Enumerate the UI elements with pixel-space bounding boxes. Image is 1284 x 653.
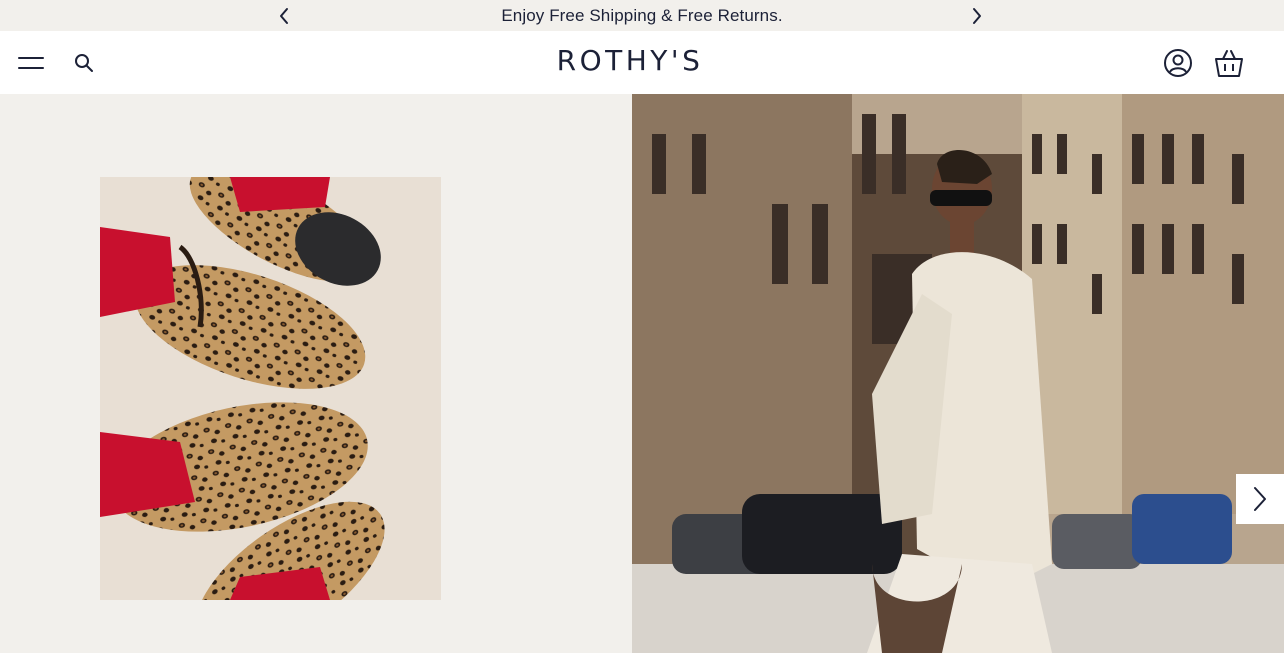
menu-button[interactable] [14,48,48,78]
hero-left-panel [0,94,632,653]
site-header: ROTHY'S [0,31,1284,94]
announcement-next-button[interactable] [965,4,989,28]
search-icon [75,54,93,72]
chevron-right-icon [1254,487,1266,511]
cart-button[interactable] [1211,45,1247,81]
announcement-text[interactable]: Enjoy Free Shipping & Free Returns. [0,0,1284,31]
search-button[interactable] [68,48,100,78]
brand-logo[interactable]: ROTHY'S [480,43,780,79]
carousel-next-button[interactable] [1236,474,1284,524]
menu-icon [18,57,44,69]
lifestyle-image[interactable] [632,94,1284,653]
chevron-right-icon [973,8,981,24]
account-button[interactable] [1160,46,1196,80]
announcement-bar: Enjoy Free Shipping & Free Returns. [0,0,1284,31]
account-icon [1164,49,1192,77]
shopping-bag-icon [1215,50,1243,77]
leopard-loafers-image[interactable] [100,177,441,600]
